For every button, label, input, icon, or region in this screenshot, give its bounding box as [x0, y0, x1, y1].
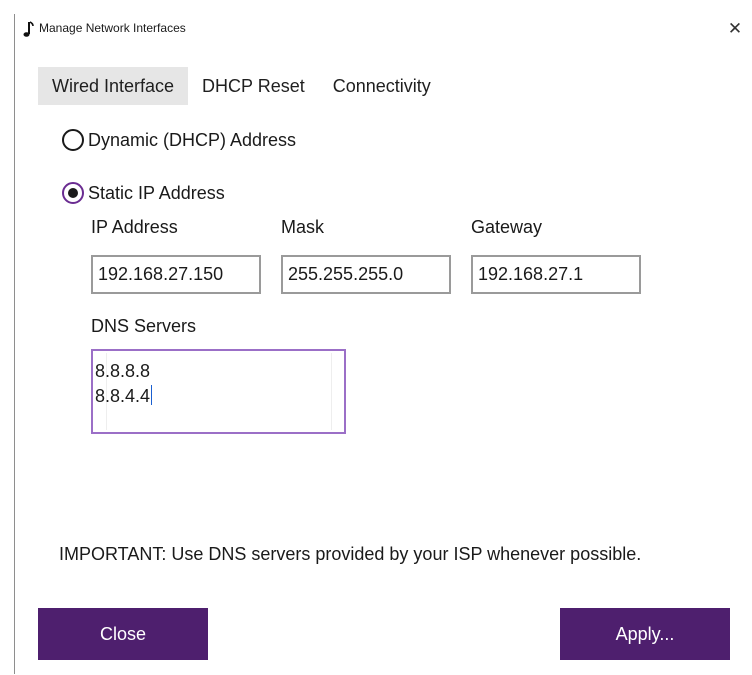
static-radio-button[interactable]	[62, 182, 84, 204]
close-icon[interactable]: ✕	[721, 16, 749, 42]
tab-bar: Wired Interface DHCP Reset Connectivity	[38, 67, 445, 105]
tab-wired-interface[interactable]: Wired Interface	[38, 67, 189, 105]
dns-line-2: 8.8.4.4	[95, 385, 153, 406]
music-note-icon	[23, 21, 34, 37]
static-radio-label: Static IP Address	[88, 182, 225, 203]
dns-text-area[interactable]: 8.8.8.8 8.8.4.4	[95, 353, 332, 430]
gateway-label: Gateway	[471, 217, 543, 237]
mask-label: Mask	[281, 217, 325, 237]
tab-dhcp-reset[interactable]: DHCP Reset	[188, 67, 319, 105]
dialog-window: Manage Network Interfaces ✕ Wired Interf…	[14, 14, 751, 674]
window-title: Manage Network Interfaces	[39, 21, 186, 35]
tab-connectivity[interactable]: Connectivity	[319, 67, 445, 105]
ip-address-label: IP Address	[91, 217, 178, 237]
important-notice: IMPORTANT: Use DNS servers provided by y…	[59, 544, 642, 564]
close-button[interactable]: Close	[38, 608, 208, 660]
dynamic-address-option[interactable]: Dynamic (DHCP) Address	[62, 129, 296, 151]
dynamic-radio-button[interactable]	[62, 129, 84, 151]
dns-servers-label: DNS Servers	[91, 316, 197, 336]
static-address-option[interactable]: Static IP Address	[62, 182, 225, 204]
ip-address-input[interactable]	[91, 255, 261, 294]
title-bar: Manage Network Interfaces ✕	[15, 14, 751, 44]
gateway-input[interactable]	[471, 255, 641, 294]
dns-servers-textarea[interactable]: 8.8.8.8 8.8.4.4	[91, 349, 346, 434]
mask-input[interactable]	[281, 255, 451, 294]
dns-line-1: 8.8.8.8	[95, 361, 151, 381]
apply-button[interactable]: Apply...	[560, 608, 730, 660]
text-caret	[151, 385, 153, 405]
dynamic-radio-label: Dynamic (DHCP) Address	[88, 129, 297, 150]
